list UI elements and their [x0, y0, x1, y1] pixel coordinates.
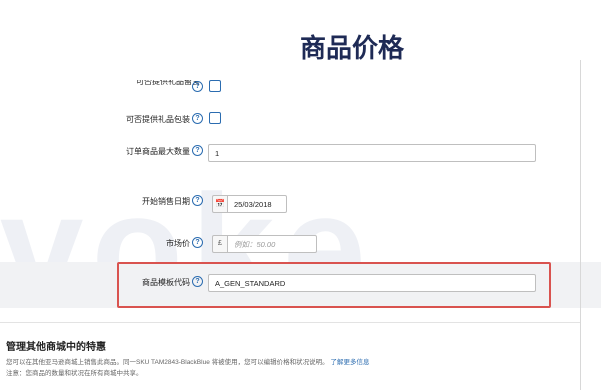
section-note: 注意：您商品的数量和状况在所有商城中共享。	[6, 370, 143, 377]
shipping-template-input[interactable]: A_GEN_STANDARD	[208, 274, 536, 292]
help-icon[interactable]: ?	[192, 237, 203, 248]
max-order-qty-label: 订单商品最大数量	[126, 147, 190, 156]
page-title: 商品价格	[300, 34, 405, 64]
gift-wrap-label: 可否提供礼品包装	[126, 115, 190, 124]
list-price-input[interactable]: 例如：50.00	[227, 235, 317, 253]
launch-date-input[interactable]: 25/03/2018	[227, 195, 287, 213]
gift-message-label: 可否提供礼品留言	[136, 80, 200, 86]
panel-divider	[580, 60, 581, 390]
calendar-icon[interactable]: 📅	[212, 195, 228, 213]
help-icon[interactable]: ?	[192, 145, 203, 156]
section-title: 管理其他商城中的特惠	[6, 342, 106, 353]
section-description: 您可以在其他亚马逊商城上销售此商品。同一SKU TAM2843-BlackBlu…	[6, 356, 369, 366]
help-icon[interactable]: ?	[192, 81, 203, 92]
launch-date-label: 开始销售日期	[142, 197, 190, 206]
section-divider	[0, 322, 580, 323]
max-order-qty-input[interactable]: 1	[208, 144, 536, 162]
gift-wrap-checkbox[interactable]	[209, 112, 221, 124]
help-icon[interactable]: ?	[192, 113, 203, 124]
list-price-label: 市场价	[166, 239, 190, 248]
currency-addon: £	[212, 235, 228, 253]
learn-more-link[interactable]: 了解更多信息	[330, 359, 369, 366]
shipping-template-label: 商品模板代码	[142, 278, 190, 287]
section-description-text: 您可以在其他亚马逊商城上销售此商品。同一SKU TAM2843-BlackBlu…	[6, 359, 329, 366]
help-icon[interactable]: ?	[192, 276, 203, 287]
gift-message-checkbox[interactable]	[209, 80, 221, 92]
list-price-placeholder: 例如：50.00	[234, 240, 276, 249]
help-icon[interactable]: ?	[192, 195, 203, 206]
